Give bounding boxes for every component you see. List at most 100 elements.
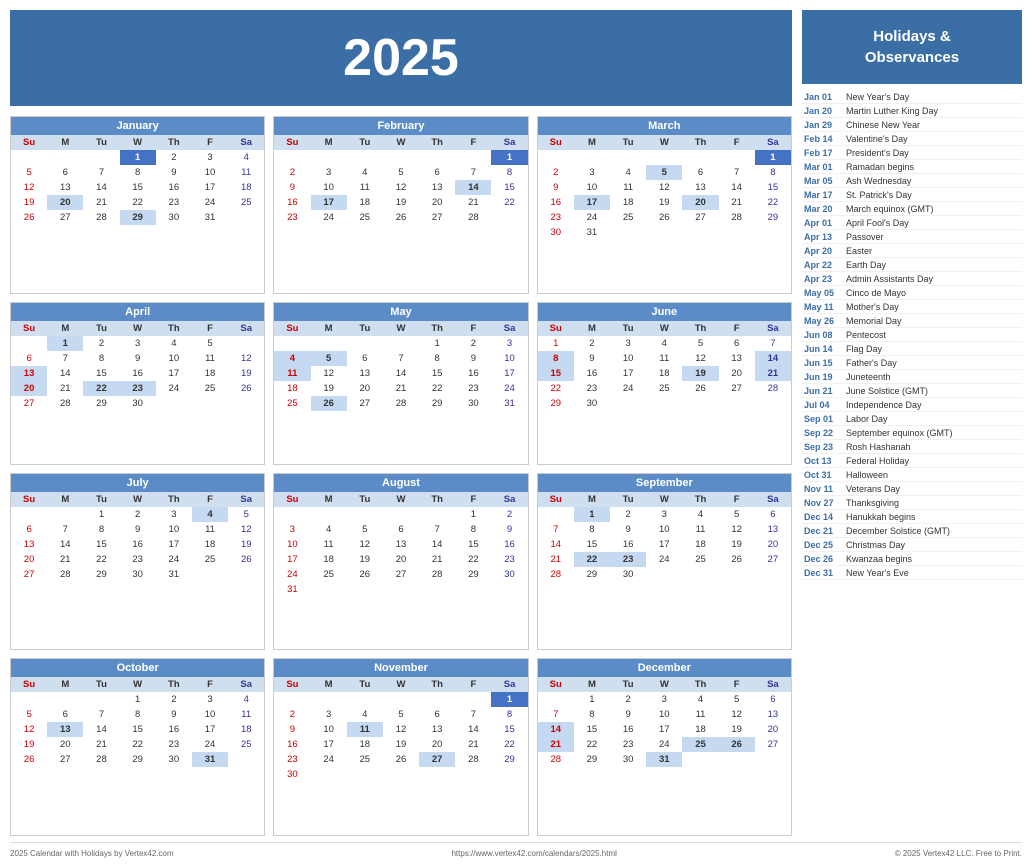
calendar-day (646, 567, 682, 582)
day-header-f: F (192, 492, 228, 507)
calendar-day: 4 (682, 692, 718, 707)
holiday-date: May 26 (804, 316, 842, 326)
calendar-day: 17 (491, 366, 527, 381)
calendar-day: 27 (47, 210, 83, 225)
calendar-day (347, 507, 383, 522)
calendar-day (228, 210, 264, 225)
calendar-day: 14 (455, 722, 491, 737)
calendar-day: 12 (11, 722, 47, 737)
calendar-day: 22 (538, 381, 574, 396)
calendar-day: 26 (719, 552, 755, 567)
calendar-day: 15 (120, 722, 156, 737)
calendar-day: 13 (11, 366, 47, 381)
calendar-day (47, 692, 83, 707)
holiday-date: Sep 01 (804, 414, 842, 424)
calendar-day: 30 (156, 752, 192, 767)
day-header-th: Th (419, 321, 455, 336)
day-header-m: M (47, 492, 83, 507)
calendar-day: 20 (47, 195, 83, 210)
day-header-sa: Sa (491, 677, 527, 692)
calendar-day: 17 (156, 537, 192, 552)
calendar-day: 9 (455, 351, 491, 366)
calendar-day: 2 (574, 336, 610, 351)
day-header-sa: Sa (491, 492, 527, 507)
day-header-su: Su (274, 321, 310, 336)
calendar-day: 10 (156, 351, 192, 366)
calendar-day (610, 150, 646, 165)
month-block-may: MaySuMTuWThFSa12345678910111213141516171… (273, 302, 528, 465)
calendar-day: 28 (83, 752, 119, 767)
calendar-day: 23 (610, 552, 646, 567)
calendar-day: 5 (719, 507, 755, 522)
calendar-day (156, 396, 192, 411)
months-grid: JanuarySuMTuWThFSa1234567891011121314151… (10, 116, 792, 836)
calendar-day: 7 (83, 165, 119, 180)
calendar-day (419, 767, 455, 782)
holiday-name: Halloween (846, 470, 888, 480)
day-header-th: Th (682, 135, 718, 150)
day-header-w: W (383, 677, 419, 692)
holiday-name: New Year's Day (846, 92, 909, 102)
calendar-day: 22 (491, 195, 527, 210)
calendar-day: 20 (755, 537, 791, 552)
calendar-day: 24 (274, 567, 310, 582)
calendar-day: 21 (719, 195, 755, 210)
day-header-sa: Sa (755, 677, 791, 692)
day-header-su: Su (274, 492, 310, 507)
holiday-date: Nov 27 (804, 498, 842, 508)
holiday-name: Father's Day (846, 358, 897, 368)
calendar-day: 29 (120, 210, 156, 225)
day-header-tu: Tu (347, 135, 383, 150)
holiday-item: Jan 20Martin Luther King Day (802, 104, 1022, 118)
month-title: November (274, 659, 527, 677)
calendar-day: 19 (682, 366, 718, 381)
calendar-day: 10 (574, 180, 610, 195)
holiday-date: Jun 21 (804, 386, 842, 396)
holiday-item: Sep 01Labor Day (802, 412, 1022, 426)
day-header-sa: Sa (755, 135, 791, 150)
year-header: 2025 (10, 10, 792, 106)
calendar-day: 16 (274, 737, 310, 752)
calendar-day: 8 (419, 351, 455, 366)
calendar-day: 20 (419, 195, 455, 210)
calendar-day (419, 150, 455, 165)
month-title: April (11, 303, 264, 321)
calendar-day: 27 (11, 567, 47, 582)
calendar-day (347, 336, 383, 351)
calendar-day (11, 336, 47, 351)
calendar-day: 2 (455, 336, 491, 351)
calendar-day: 4 (274, 351, 310, 366)
calendar-day: 26 (311, 396, 347, 411)
calendar-day: 25 (274, 396, 310, 411)
month-title: December (538, 659, 791, 677)
holiday-name: Juneteenth (846, 372, 891, 382)
calendar-day: 3 (192, 692, 228, 707)
calendar-day: 3 (311, 707, 347, 722)
holiday-item: Dec 31New Year's Eve (802, 566, 1022, 580)
calendar-day: 1 (120, 150, 156, 165)
calendar-day: 28 (455, 752, 491, 767)
calendar-day: 1 (120, 692, 156, 707)
calendar-day: 25 (228, 195, 264, 210)
calendar-day: 4 (347, 707, 383, 722)
calendar-day: 14 (383, 366, 419, 381)
holiday-name: Pentecost (846, 330, 886, 340)
calendar-day: 20 (11, 552, 47, 567)
day-header-sa: Sa (228, 321, 264, 336)
calendar-day: 10 (274, 537, 310, 552)
day-header-sa: Sa (755, 492, 791, 507)
holiday-name: President's Day (846, 148, 909, 158)
calendar-day (83, 150, 119, 165)
calendar-day: 10 (491, 351, 527, 366)
calendar-day: 24 (610, 381, 646, 396)
holiday-name: Kwanzaa begins (846, 554, 912, 564)
calendar-day: 11 (274, 366, 310, 381)
calendar-day: 3 (646, 507, 682, 522)
day-header-tu: Tu (347, 492, 383, 507)
calendar-day (47, 150, 83, 165)
calendar-day (383, 336, 419, 351)
calendar-day: 17 (311, 737, 347, 752)
day-header-tu: Tu (83, 492, 119, 507)
calendar-day: 15 (120, 180, 156, 195)
month-title: July (11, 474, 264, 492)
